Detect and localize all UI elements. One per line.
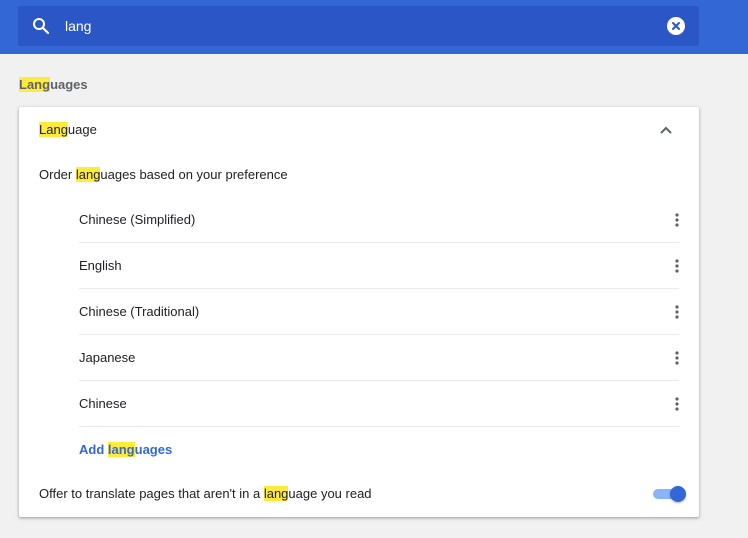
search-input[interactable] xyxy=(65,16,625,36)
list-item: Chinese (Traditional) xyxy=(79,289,679,335)
search-highlight: Lang xyxy=(19,77,51,92)
language-section-header[interactable]: Language xyxy=(19,107,699,153)
clear-search-button[interactable] xyxy=(667,17,685,35)
language-name: Chinese xyxy=(79,396,127,411)
section-title: Languages xyxy=(19,77,88,92)
search-icon xyxy=(32,17,50,35)
more-vert-icon[interactable] xyxy=(668,303,686,321)
more-vert-icon[interactable] xyxy=(668,349,686,367)
search-highlight: lang xyxy=(107,442,135,457)
list-item: English xyxy=(79,243,679,289)
language-name: Chinese (Simplified) xyxy=(79,212,196,227)
languages-card: Language Order languages based on your p… xyxy=(19,107,699,517)
offer-translate-label: Offer to translate pages that aren't in … xyxy=(39,486,372,501)
search-highlight: lang xyxy=(75,167,101,182)
toggle-knob xyxy=(670,486,686,502)
language-list: Chinese (Simplified) English Chinese (Trad… xyxy=(79,197,679,427)
list-item: Chinese xyxy=(79,381,679,427)
search-highlight: lang xyxy=(263,486,289,501)
more-vert-icon[interactable] xyxy=(668,257,686,275)
search-box[interactable] xyxy=(18,6,699,46)
search-highlight: Lang xyxy=(39,122,68,137)
order-languages-label: Order languages based on your preference xyxy=(39,167,288,182)
language-header-label: Language xyxy=(39,122,97,137)
list-item: Chinese (Simplified) xyxy=(79,197,679,243)
language-name: English xyxy=(79,258,122,273)
language-name: Japanese xyxy=(79,350,136,365)
language-name: Chinese (Traditional) xyxy=(79,304,200,319)
list-item: Japanese xyxy=(79,335,679,381)
more-vert-icon[interactable] xyxy=(668,395,686,413)
offer-translate-toggle[interactable] xyxy=(653,486,686,502)
add-languages-link[interactable]: Add languages xyxy=(79,441,172,459)
more-vert-icon[interactable] xyxy=(668,211,686,229)
search-toolbar xyxy=(0,0,748,54)
close-icon xyxy=(672,22,680,30)
chevron-up-icon[interactable] xyxy=(658,122,674,138)
